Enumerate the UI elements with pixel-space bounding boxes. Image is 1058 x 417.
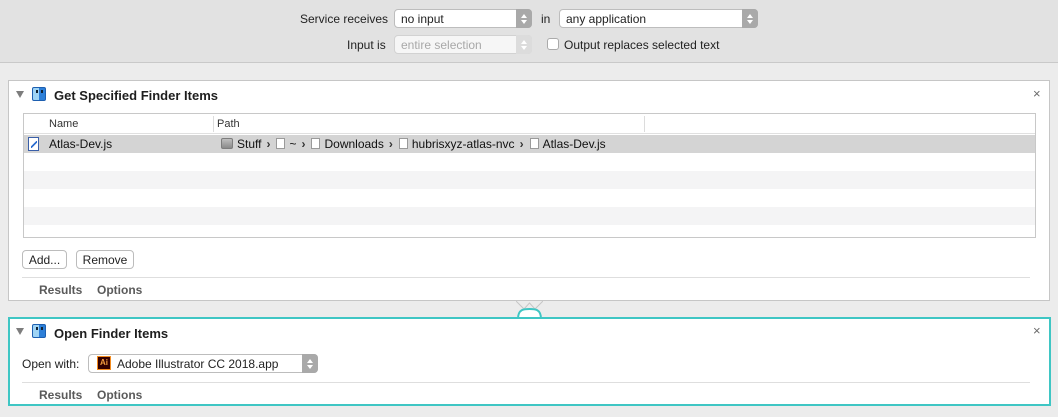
folder-icon xyxy=(398,138,408,149)
column-header-path[interactable]: Path xyxy=(217,118,240,130)
service-receives-label: Service receives xyxy=(300,12,389,26)
finder-icon xyxy=(32,87,46,101)
close-action-icon[interactable]: × xyxy=(1033,87,1041,100)
finder-icon xyxy=(32,324,46,338)
empty-row xyxy=(24,189,1035,207)
path-segment: hubrisxyz-atlas-nvc xyxy=(411,137,515,151)
empty-row xyxy=(24,171,1035,189)
finder-items-table: Name Path Atlas-Dev.js Stuff › ~ › Downloads… xyxy=(23,113,1036,238)
column-separator xyxy=(213,116,214,132)
service-receives-popup[interactable]: no input xyxy=(394,9,532,28)
application-popup[interactable]: any application xyxy=(559,9,758,28)
action-get-specified-finder-items: Get Specified Finder Items × Name Path A… xyxy=(8,80,1050,301)
path-segment: Downloads xyxy=(324,137,384,151)
input-is-popup[interactable]: entire selection xyxy=(394,35,532,54)
table-header: Name Path xyxy=(24,114,1035,134)
action-open-finder-items: Open Finder Items × Open with: Ai Adobe … xyxy=(8,317,1051,406)
input-is-label: Input is xyxy=(347,38,386,52)
empty-row xyxy=(24,153,1035,171)
output-replaces-checkbox[interactable] xyxy=(547,38,559,50)
tab-options[interactable]: Options xyxy=(97,388,142,402)
file-icon xyxy=(529,138,539,149)
illustrator-app-icon: Ai xyxy=(97,356,111,370)
popup-stepper-icon xyxy=(516,35,532,54)
action-title: Get Specified Finder Items xyxy=(54,88,218,103)
divider xyxy=(22,382,1030,383)
service-receives-value: no input xyxy=(401,12,444,26)
open-with-value: Adobe Illustrator CC 2018.app xyxy=(117,357,279,371)
open-with-label: Open with: xyxy=(22,357,80,371)
input-is-value: entire selection xyxy=(401,38,482,52)
output-replaces-label: Output replaces selected text xyxy=(564,38,720,52)
tab-results[interactable]: Results xyxy=(39,283,82,297)
disclosure-triangle-icon[interactable] xyxy=(16,328,24,335)
path-segment: Stuff xyxy=(237,137,262,151)
path-segment: ~ xyxy=(289,137,297,151)
divider xyxy=(22,277,1030,278)
disk-icon xyxy=(221,138,233,149)
service-config-bar: Service receives no input in any applica… xyxy=(0,0,1058,63)
empty-row xyxy=(24,207,1035,225)
workflow-area: Get Specified Finder Items × Name Path A… xyxy=(0,63,1058,417)
empty-row xyxy=(24,225,1035,237)
popup-stepper-icon xyxy=(742,9,758,28)
column-header-name[interactable]: Name xyxy=(49,118,78,130)
folder-icon xyxy=(311,138,321,149)
popup-stepper-icon xyxy=(302,354,318,373)
column-separator xyxy=(644,116,645,132)
path-segment: Atlas-Dev.js xyxy=(542,137,606,151)
remove-button[interactable]: Remove xyxy=(76,250,134,269)
close-action-icon[interactable]: × xyxy=(1033,324,1041,337)
row-name-cell: Atlas-Dev.js xyxy=(49,137,113,151)
add-button[interactable]: Add... xyxy=(22,250,67,269)
open-with-popup[interactable]: Ai Adobe Illustrator CC 2018.app xyxy=(88,354,318,373)
tab-results[interactable]: Results xyxy=(39,388,82,402)
popup-stepper-icon xyxy=(516,9,532,28)
tab-options[interactable]: Options xyxy=(97,283,142,297)
application-value: any application xyxy=(566,12,647,26)
disclosure-triangle-icon[interactable] xyxy=(16,91,24,98)
folder-icon xyxy=(276,138,286,149)
in-label: in xyxy=(541,12,551,26)
javascript-file-icon xyxy=(28,137,39,151)
row-path-cell: Stuff › ~ › Downloads › hubrisxyz-atlas-nvc › At… xyxy=(221,137,606,151)
action-title: Open Finder Items xyxy=(54,326,169,341)
table-row[interactable]: Atlas-Dev.js Stuff › ~ › Downloads › hubrisxyz… xyxy=(24,135,1035,153)
